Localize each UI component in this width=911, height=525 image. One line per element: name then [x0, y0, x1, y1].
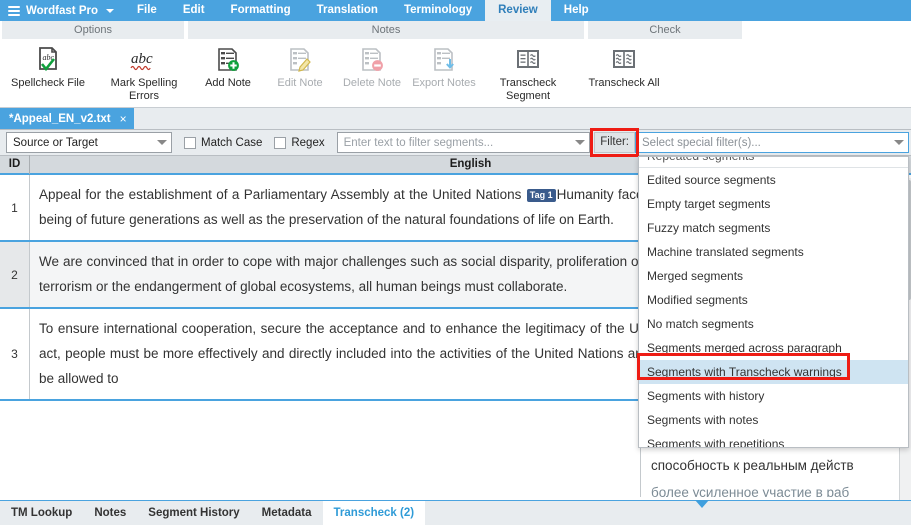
- ribbon-buttons: abc Spellcheck File abc Mark Spelling Er…: [0, 39, 911, 103]
- document-tab-label: *Appeal_EN_v2.txt: [9, 113, 111, 125]
- ribbon-group-filler: [744, 21, 911, 39]
- dropdown-clipped-item[interactable]: Repeated segments: [639, 157, 908, 168]
- export-notes-label: Export Notes: [410, 77, 478, 90]
- edit-note-label: Edit Note: [275, 77, 324, 90]
- menu-item-edit[interactable]: Edit: [170, 0, 218, 21]
- add-note-label: Add Note: [203, 77, 253, 90]
- delete-note-label: Delete Note: [341, 77, 403, 90]
- segment-text-filter-placeholder: Enter text to filter segments...: [344, 137, 494, 149]
- application-window: Wordfast Pro File Edit Formatting Transl…: [0, 0, 911, 525]
- tab-segment-history[interactable]: Segment History: [137, 501, 250, 525]
- chevron-down-icon: [894, 140, 904, 145]
- dropdown-option-segments-with-history[interactable]: Segments with history: [639, 384, 908, 408]
- segment-id: 1: [0, 175, 30, 240]
- chevron-down-icon[interactable]: [106, 9, 114, 13]
- menu-item-formatting[interactable]: Formatting: [218, 0, 304, 21]
- ribbon-group-options-label: Options: [0, 21, 186, 39]
- spellcheck-file-button[interactable]: abc Spellcheck File: [0, 43, 96, 103]
- export-notes-button[interactable]: Export Notes: [408, 43, 480, 103]
- collapse-panel-icon[interactable]: [695, 500, 709, 508]
- app-title: Wordfast Pro: [26, 5, 102, 17]
- ribbon-group-check-label: Check: [586, 21, 744, 39]
- spellcheck-file-label: Spellcheck File: [9, 77, 87, 90]
- add-note-button[interactable]: Add Note: [192, 43, 264, 103]
- special-filter-value: Select special filter(s)...: [642, 137, 761, 149]
- edit-note-icon: [285, 43, 315, 77]
- column-header-id[interactable]: ID: [0, 155, 30, 174]
- menu-item-help[interactable]: Help: [551, 0, 602, 21]
- source-target-select[interactable]: Source or Target: [6, 132, 172, 153]
- add-note-icon: [213, 43, 243, 77]
- delete-note-icon: [357, 43, 387, 77]
- menu-item-file[interactable]: File: [124, 0, 170, 21]
- segment-id: 3: [0, 309, 30, 399]
- target-text-line: способность к реальным действ: [651, 458, 854, 473]
- spellcheck-file-icon: abc: [33, 43, 63, 77]
- dropdown-option-machine-translated-segments[interactable]: Machine translated segments: [639, 240, 908, 264]
- filter-toolbar: Source or Target Match Case Regex Enter …: [0, 130, 911, 156]
- hamburger-menu-icon[interactable]: [0, 6, 26, 16]
- ribbon-toolbar: Options Notes Check abc Spellcheck File: [0, 21, 911, 108]
- chevron-down-icon: [575, 140, 585, 145]
- segment-text-before-tag: Appeal for the establishment of a Parlia…: [39, 187, 526, 202]
- dropdown-option-modified-segments[interactable]: Modified segments: [639, 288, 908, 312]
- ribbon-group-notes-label: Notes: [186, 21, 586, 39]
- dropdown-option-fuzzy-match-segments[interactable]: Fuzzy match segments: [639, 216, 908, 240]
- dropdown-option-merged-segments[interactable]: Merged segments: [639, 264, 908, 288]
- source-target-value: Source or Target: [13, 137, 98, 149]
- mark-spelling-errors-button[interactable]: abc Mark Spelling Errors: [96, 43, 192, 103]
- regex-label: Regex: [291, 137, 324, 149]
- chevron-down-icon: [157, 140, 167, 145]
- dropdown-option-segments-with-transcheck-warnings[interactable]: Segments with Transcheck warnings: [639, 360, 908, 384]
- dropdown-clipped-item-label: Repeated segments: [647, 157, 754, 163]
- document-tab-appeal[interactable]: *Appeal_EN_v2.txt ×: [0, 108, 134, 129]
- menu-bar: Wordfast Pro File Edit Formatting Transl…: [0, 0, 911, 21]
- svg-text:abc: abc: [131, 51, 153, 67]
- mark-spelling-errors-label: Mark Spelling Errors: [96, 77, 192, 103]
- document-tab-strip: *Appeal_EN_v2.txt ×: [0, 108, 911, 130]
- inline-tag-badge[interactable]: Tag 1: [527, 189, 556, 202]
- target-text-line: более усиленное участие в раб: [651, 485, 849, 497]
- tab-transcheck[interactable]: Transcheck (2): [323, 501, 426, 525]
- dropdown-option-segments-merged-across-paragraph[interactable]: Segments merged across paragraph: [639, 336, 908, 360]
- filter-label-wrapper: Filter:: [594, 132, 635, 153]
- transcheck-segment-icon: [513, 43, 543, 77]
- close-icon[interactable]: ×: [120, 112, 127, 126]
- edit-note-button[interactable]: Edit Note: [264, 43, 336, 103]
- segment-id: 2: [0, 242, 30, 307]
- match-case-checkbox[interactable]: Match Case: [184, 137, 262, 149]
- transcheck-segment-label: Transcheck Segment: [480, 77, 576, 103]
- mark-spelling-errors-icon: abc: [126, 43, 162, 77]
- special-filter-dropdown[interactable]: Repeated segments Edited source segments…: [638, 156, 909, 448]
- tab-notes[interactable]: Notes: [83, 501, 137, 525]
- dropdown-option-segments-with-repetitions[interactable]: Segments with repetitions: [639, 432, 908, 448]
- bottom-panel-tabs: TM Lookup Notes Segment History Metadata…: [0, 500, 911, 525]
- segment-text-filter-input[interactable]: Enter text to filter segments...: [337, 132, 591, 153]
- delete-note-button[interactable]: Delete Note: [336, 43, 408, 103]
- transcheck-segment-button[interactable]: Transcheck Segment: [480, 43, 576, 103]
- menu-item-translation[interactable]: Translation: [304, 0, 391, 21]
- ribbon-group-headers: Options Notes Check: [0, 21, 911, 39]
- tab-metadata[interactable]: Metadata: [251, 501, 323, 525]
- filter-button[interactable]: Filter:: [594, 132, 635, 153]
- special-filter-select[interactable]: Select special filter(s)...: [635, 132, 909, 153]
- regex-box-icon: [274, 137, 286, 149]
- dropdown-option-no-match-segments[interactable]: No match segments: [639, 312, 908, 336]
- transcheck-all-icon: [609, 43, 639, 77]
- dropdown-option-edited-source-segments[interactable]: Edited source segments: [639, 168, 908, 192]
- match-case-box-icon: [184, 137, 196, 149]
- dropdown-option-empty-target-segments[interactable]: Empty target segments: [639, 192, 908, 216]
- dropdown-option-segments-with-notes[interactable]: Segments with notes: [639, 408, 908, 432]
- transcheck-all-button[interactable]: Transcheck All: [576, 43, 672, 103]
- menu-item-review[interactable]: Review: [485, 0, 551, 21]
- tab-tm-lookup[interactable]: TM Lookup: [0, 501, 83, 525]
- regex-checkbox[interactable]: Regex: [274, 137, 324, 149]
- menu-item-terminology[interactable]: Terminology: [391, 0, 485, 21]
- export-notes-icon: [429, 43, 459, 77]
- match-case-label: Match Case: [201, 137, 262, 149]
- transcheck-all-label: Transcheck All: [586, 77, 661, 90]
